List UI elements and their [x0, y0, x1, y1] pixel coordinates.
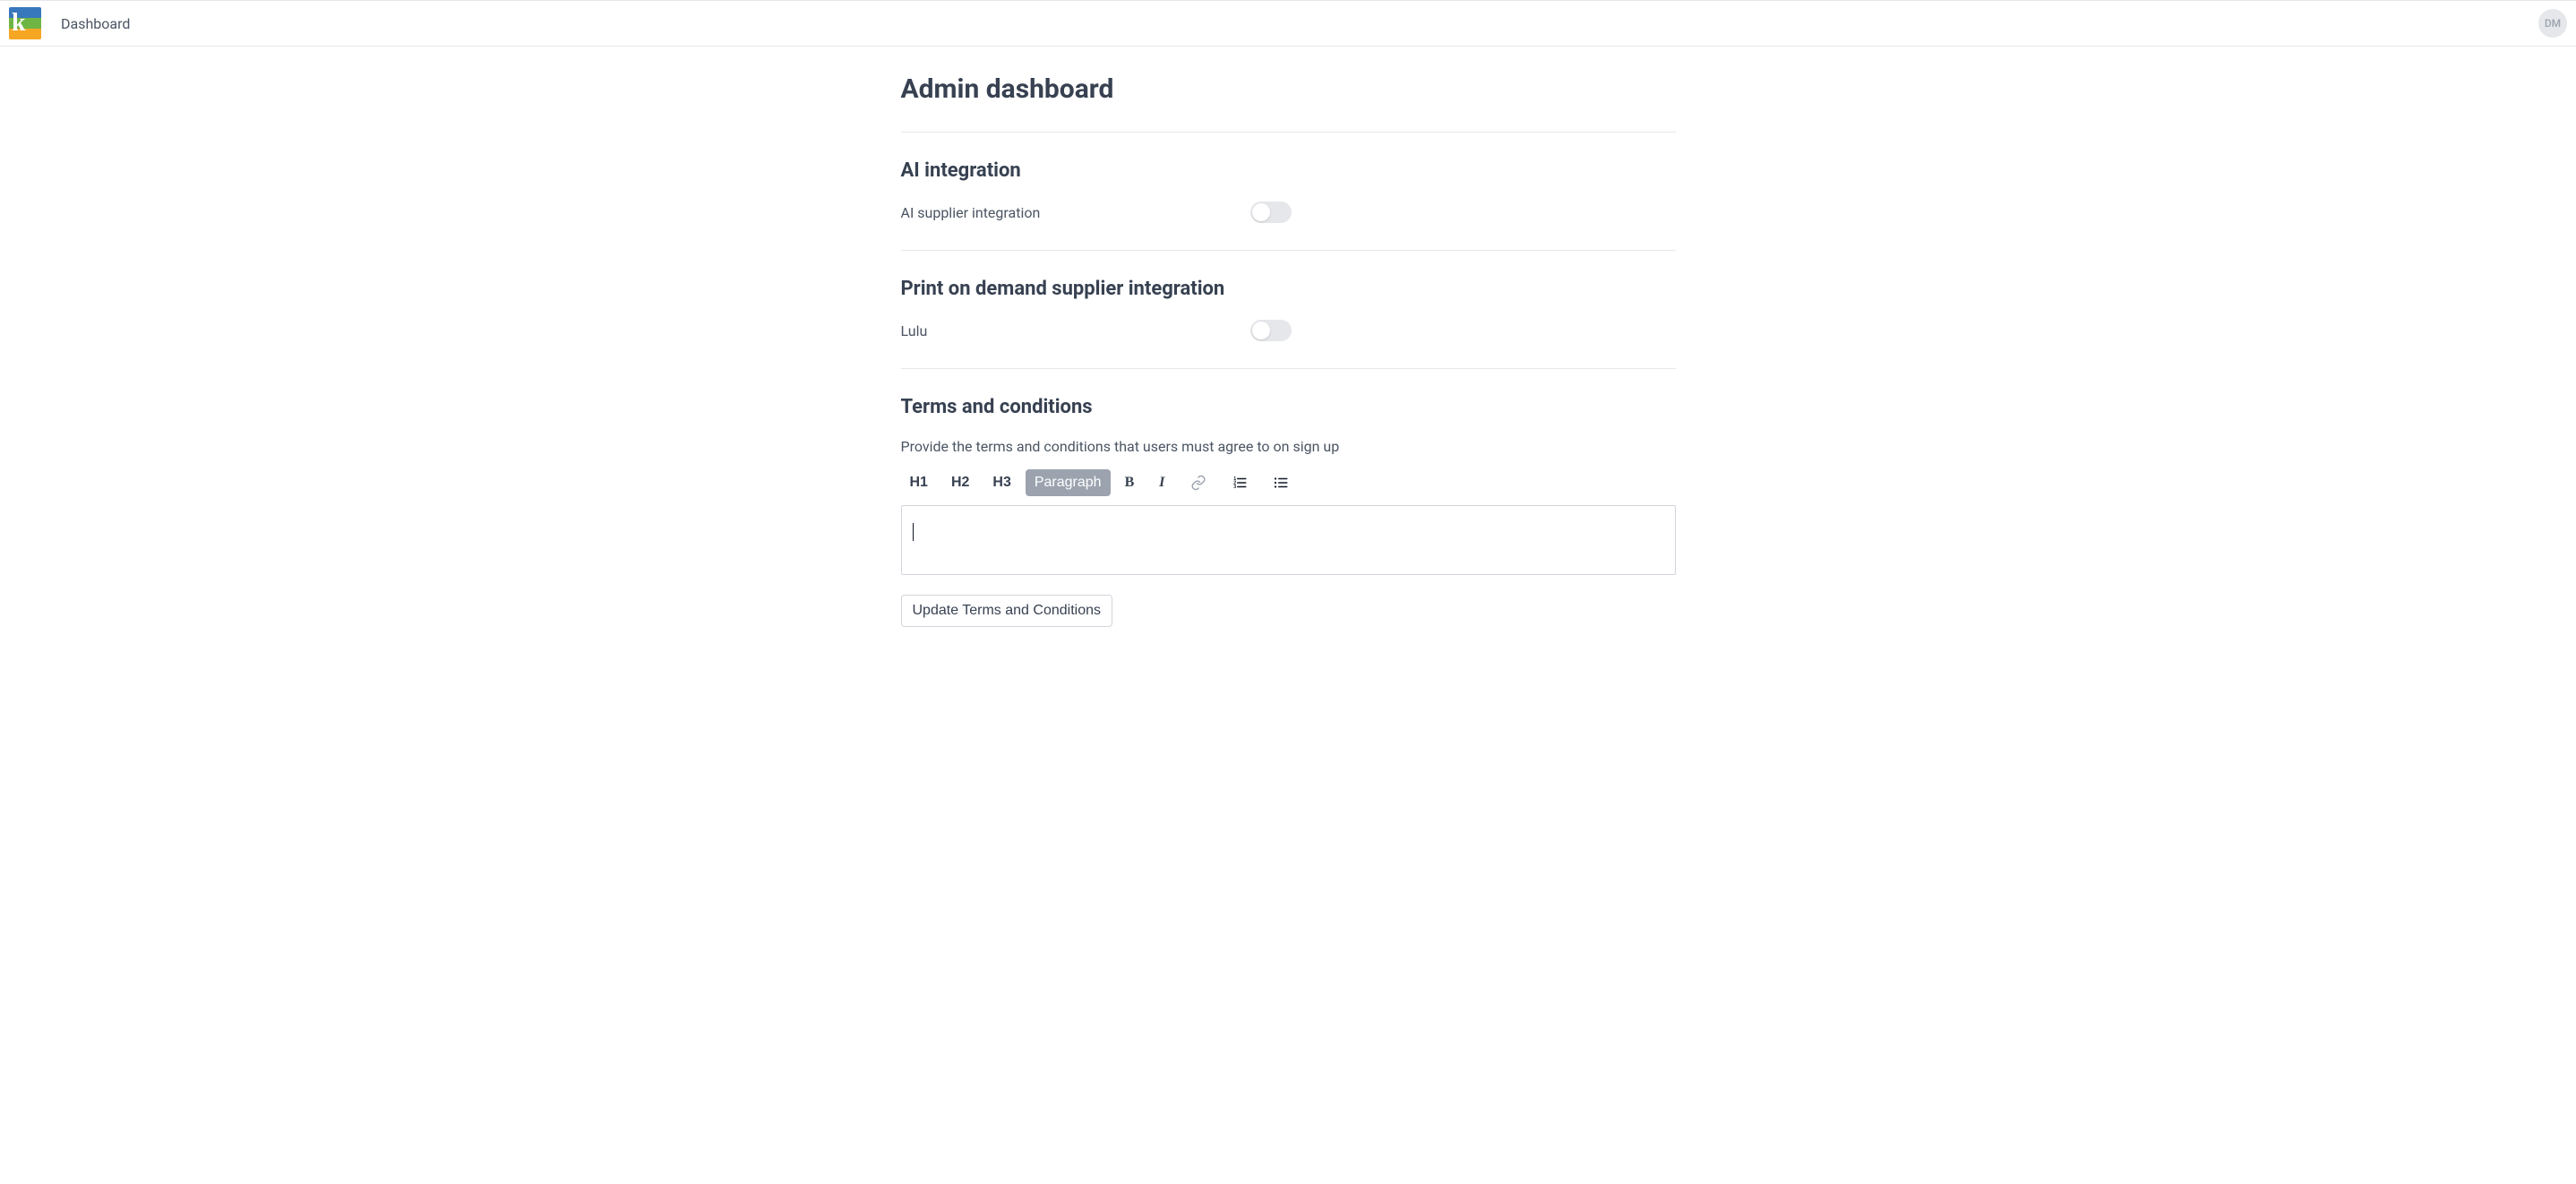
text-cursor	[913, 523, 914, 541]
terms-editor[interactable]	[901, 505, 1676, 575]
section-terms: Terms and conditions Provide the terms a…	[901, 368, 1676, 636]
heading-3-button[interactable]: H3	[983, 469, 1019, 496]
ordered-list-button[interactable]: 1 2 3	[1222, 469, 1258, 496]
topbar-left: k Dashboard	[9, 7, 130, 39]
app-logo[interactable]: k	[9, 7, 41, 39]
editor-toolbar: H1 H2 H3 Paragraph B I 1 2 3	[901, 469, 1676, 496]
paragraph-button[interactable]: Paragraph	[1026, 469, 1111, 496]
toggle-row-ai-supplier: AI supplier integration	[901, 202, 1676, 223]
toggle-lulu[interactable]	[1250, 320, 1292, 341]
unordered-list-icon	[1272, 475, 1290, 491]
section-desc-terms: Provide the terms and conditions that us…	[901, 438, 1676, 455]
section-title-pod: Print on demand supplier integration	[901, 278, 1676, 300]
unordered-list-button[interactable]	[1263, 469, 1299, 496]
bold-button[interactable]: B	[1116, 469, 1144, 496]
link-icon	[1189, 475, 1207, 491]
italic-button[interactable]: I	[1148, 469, 1175, 496]
toggle-row-lulu: Lulu	[901, 320, 1676, 341]
section-title-terms: Terms and conditions	[901, 396, 1676, 418]
page-title: Admin dashboard	[901, 73, 1676, 105]
page-content: Admin dashboard AI integration AI suppli…	[901, 47, 1676, 690]
toggle-ai-supplier[interactable]	[1250, 202, 1292, 223]
toggle-label-lulu: Lulu	[901, 322, 1232, 339]
topbar: k Dashboard DM	[0, 0, 2576, 47]
svg-text:3: 3	[1234, 485, 1237, 490]
toggle-label-ai-supplier: AI supplier integration	[901, 204, 1232, 221]
section-ai-integration: AI integration AI supplier integration	[901, 132, 1676, 250]
toggle-knob	[1252, 322, 1270, 339]
ordered-list-icon: 1 2 3	[1231, 475, 1249, 491]
breadcrumb[interactable]: Dashboard	[61, 15, 130, 32]
link-button[interactable]	[1181, 469, 1216, 496]
heading-1-button[interactable]: H1	[901, 469, 937, 496]
avatar[interactable]: DM	[2538, 9, 2567, 38]
toggle-knob	[1252, 203, 1270, 221]
logo-letter: k	[12, 9, 31, 38]
section-pod-integration: Print on demand supplier integration Lul…	[901, 250, 1676, 368]
update-terms-button[interactable]: Update Terms and Conditions	[901, 595, 1113, 627]
heading-2-button[interactable]: H2	[942, 469, 978, 496]
section-title-ai: AI integration	[901, 159, 1676, 182]
